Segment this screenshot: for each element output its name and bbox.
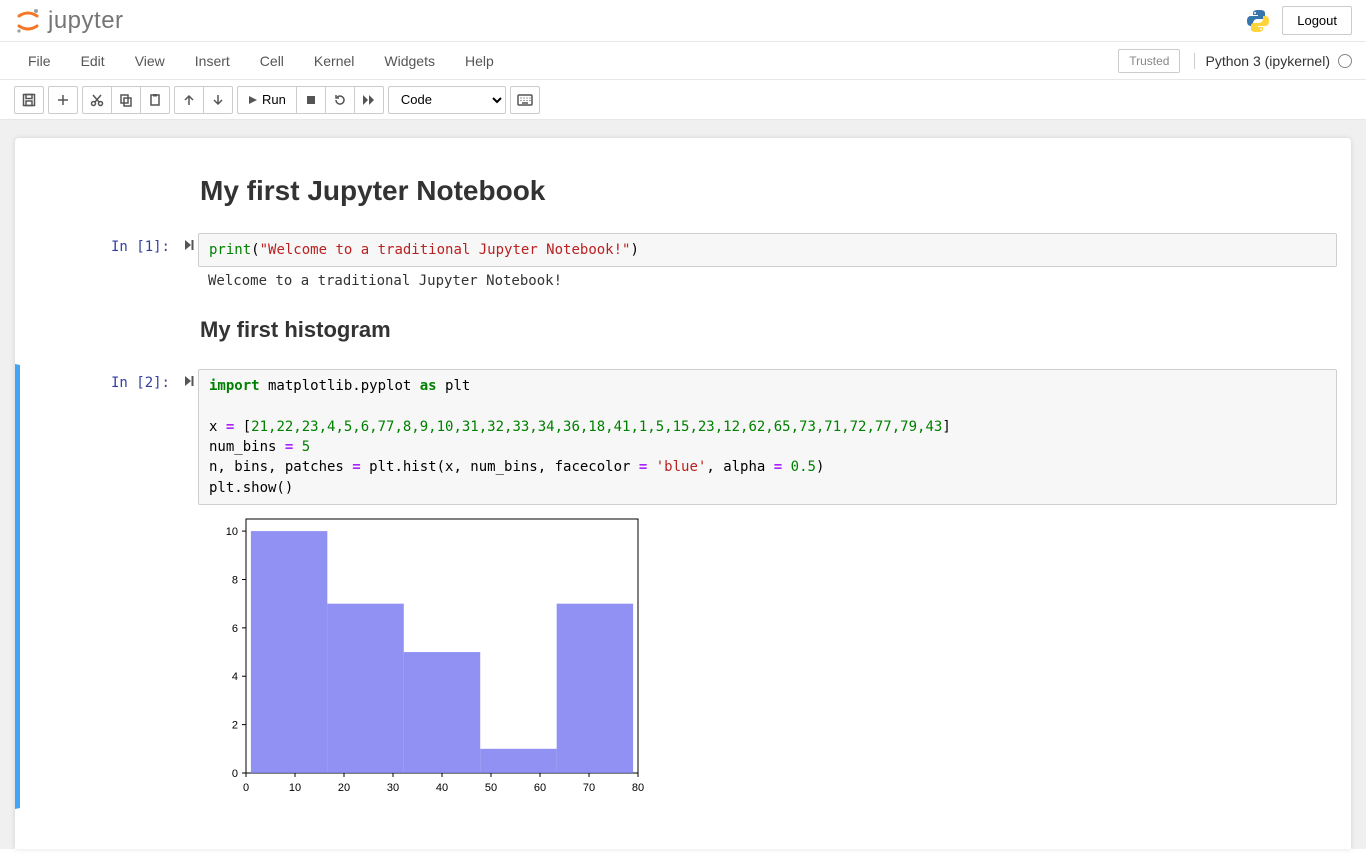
menu-view[interactable]: View: [121, 45, 179, 77]
cell-code-1[interactable]: In [1]: print("Welcome to a traditional …: [15, 228, 1351, 300]
save-icon: [22, 93, 36, 107]
stop-icon: [305, 94, 317, 106]
copy-button[interactable]: [111, 86, 141, 114]
restart-run-all-button[interactable]: [354, 86, 384, 114]
kernel-idle-icon: [1338, 54, 1352, 68]
menubar-left: FileEditViewInsertCellKernelWidgetsHelp: [14, 45, 508, 77]
keyboard-icon: [517, 94, 533, 106]
command-palette-button[interactable]: [510, 86, 540, 114]
cell-input-row: In [2]: import matplotlib.pyplot as plt …: [20, 369, 1351, 505]
restart-button[interactable]: [325, 86, 355, 114]
svg-text:0: 0: [243, 782, 249, 794]
run-button[interactable]: Run: [237, 86, 297, 114]
play-icon: [248, 95, 258, 105]
menu-kernel[interactable]: Kernel: [300, 45, 368, 77]
svg-text:10: 10: [226, 526, 238, 538]
paste-button[interactable]: [140, 86, 170, 114]
code-input[interactable]: import matplotlib.pyplot as plt x = [21,…: [198, 369, 1337, 505]
plus-icon: [56, 93, 70, 107]
markdown-render: My first Jupyter Notebook: [20, 163, 1351, 223]
svg-text:30: 30: [387, 782, 399, 794]
chart-output: 0 10 20 30 40 50 60 70 80 0 2 4 6 8 10: [20, 505, 648, 804]
python-logo-icon: [1244, 7, 1272, 35]
menu-widgets[interactable]: Widgets: [370, 45, 449, 77]
move-group: [174, 86, 233, 114]
svg-text:60: 60: [534, 782, 546, 794]
jupyter-logo[interactable]: jupyter: [14, 7, 124, 35]
header-right: Logout: [1244, 6, 1352, 35]
menubar: FileEditViewInsertCellKernelWidgetsHelp …: [0, 42, 1366, 80]
svg-text:10: 10: [289, 782, 301, 794]
svg-text:2: 2: [232, 720, 238, 732]
cell-code-2[interactable]: In [2]: import matplotlib.pyplot as plt …: [15, 364, 1351, 809]
svg-text:70: 70: [583, 782, 595, 794]
cell-markdown-1[interactable]: My first Jupyter Notebook: [15, 158, 1351, 228]
paste-icon: [148, 93, 162, 107]
svg-text:8: 8: [232, 575, 238, 587]
svg-text:20: 20: [338, 782, 350, 794]
run-cell-marker[interactable]: [180, 233, 198, 251]
logout-button[interactable]: Logout: [1282, 6, 1352, 35]
histogram-title: My first histogram: [200, 317, 1337, 343]
cut-button[interactable]: [82, 86, 112, 114]
header: jupyter Logout: [0, 0, 1366, 42]
svg-text:40: 40: [436, 782, 448, 794]
svg-text:4: 4: [232, 671, 238, 683]
fast-forward-icon: [362, 93, 376, 107]
run-cell-marker[interactable]: [180, 369, 198, 387]
output-text: Welcome to a traditional Jupyter Noteboo…: [198, 267, 1337, 295]
run-group: Run: [237, 86, 384, 114]
code-input[interactable]: print("Welcome to a traditional Jupyter …: [198, 233, 1337, 267]
svg-text:50: 50: [485, 782, 497, 794]
jupyter-logo-text: jupyter: [48, 7, 124, 35]
output-prompt: [20, 267, 180, 279]
input-prompt: In [1]:: [20, 233, 180, 255]
toolbar: Run Code: [0, 80, 1366, 120]
markdown-render: My first histogram: [20, 305, 1351, 359]
menu-help[interactable]: Help: [451, 45, 508, 77]
cell-output-row: 0 10 20 30 40 50 60 70 80 0 2 4 6 8 10: [20, 505, 1351, 804]
svg-text:80: 80: [632, 782, 644, 794]
arrow-up-icon: [182, 93, 196, 107]
save-button[interactable]: [14, 86, 44, 114]
menubar-right: Trusted Python 3 (ipykernel): [1118, 49, 1352, 73]
step-icon: [184, 239, 194, 251]
kernel-name-text: Python 3 (ipykernel): [1205, 53, 1330, 69]
input-prompt: In [2]:: [20, 369, 180, 391]
svg-text:6: 6: [232, 623, 238, 635]
menu-cell[interactable]: Cell: [246, 45, 298, 77]
trusted-indicator[interactable]: Trusted: [1118, 49, 1180, 73]
restart-icon: [333, 93, 347, 107]
cut-copy-paste-group: [82, 86, 170, 114]
run-button-label: Run: [262, 92, 286, 107]
insert-cell-button[interactable]: [48, 86, 78, 114]
output-spacer: [180, 267, 198, 273]
cell-markdown-2[interactable]: My first histogram: [15, 300, 1351, 364]
svg-text:0: 0: [232, 768, 238, 780]
histogram-chart: 0 10 20 30 40 50 60 70 80 0 2 4 6 8 10: [198, 511, 648, 801]
scissors-icon: [90, 93, 104, 107]
arrow-down-icon: [211, 93, 225, 107]
move-up-button[interactable]: [174, 86, 204, 114]
cell-type-select[interactable]: Code: [388, 86, 506, 114]
move-down-button[interactable]: [203, 86, 233, 114]
notebook-container: My first Jupyter Notebook In [1]: print(…: [0, 120, 1366, 849]
jupyter-logo-icon: [14, 7, 42, 35]
notebook: My first Jupyter Notebook In [1]: print(…: [15, 138, 1351, 849]
menu-insert[interactable]: Insert: [181, 45, 244, 77]
menu-edit[interactable]: Edit: [67, 45, 119, 77]
notebook-title: My first Jupyter Notebook: [200, 175, 1337, 207]
cell-input-row: In [1]: print("Welcome to a traditional …: [20, 233, 1351, 267]
cell-output-row: Welcome to a traditional Jupyter Noteboo…: [20, 267, 1351, 295]
kernel-name[interactable]: Python 3 (ipykernel): [1194, 53, 1352, 69]
menu-file[interactable]: File: [14, 45, 65, 77]
step-icon: [184, 375, 194, 387]
interrupt-button[interactable]: [296, 86, 326, 114]
copy-icon: [119, 93, 133, 107]
